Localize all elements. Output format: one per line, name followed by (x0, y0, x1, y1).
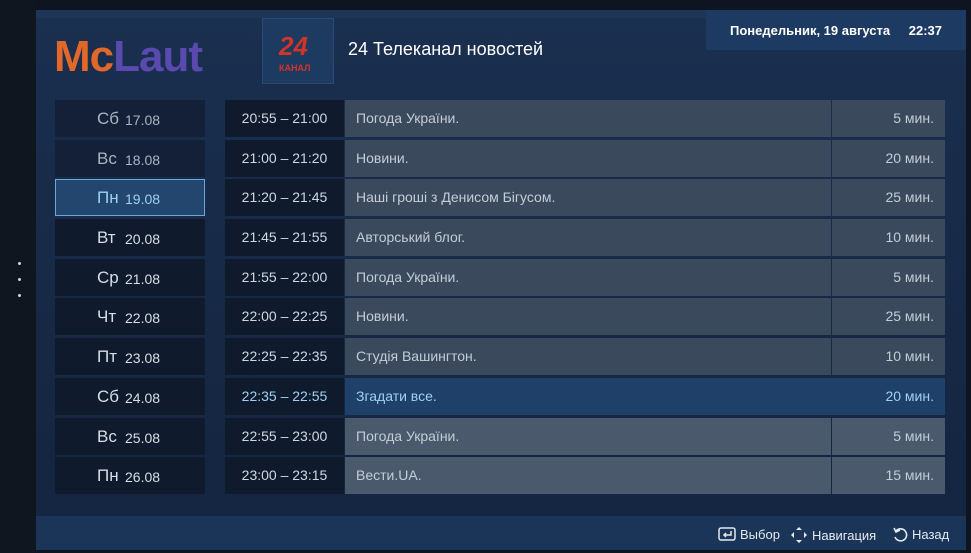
program-list: 20:55 – 21:00 Погода України. 5 мин. 21:00 … (225, 100, 945, 497)
program-time: 22:35 – 22:55 (225, 377, 344, 415)
program-row[interactable]: 22:00 – 22:25 Новини. 25 мин. (225, 298, 945, 336)
program-title: Авторський блог. (345, 219, 831, 257)
program-title: Погода України. (345, 417, 831, 455)
day-name: Вт (97, 228, 116, 248)
side-rail[interactable] (0, 0, 36, 553)
day-item[interactable]: Вт 20.08 (55, 219, 205, 257)
program-time: 21:45 – 21:55 (225, 219, 344, 257)
program-title: Новини. (345, 298, 831, 336)
day-name: Вс (97, 426, 117, 446)
navigate-hint-label: Навигация (812, 527, 877, 543)
back-hint[interactable]: Назад (892, 526, 949, 542)
day-date: 22.08 (125, 310, 161, 327)
day-date: 21.08 (125, 270, 161, 287)
program-row[interactable]: 21:00 – 21:20 Новини. 20 мин. (225, 139, 945, 177)
program-time: 21:20 – 21:45 (225, 179, 344, 217)
epg-screen: McLaut 24 КАНАЛ 24 Телеканал новостей По… (36, 10, 966, 550)
program-title: Новини. (345, 139, 831, 177)
program-title: Вести.UA. (345, 457, 831, 495)
dpad-icon (791, 527, 807, 543)
program-time: 22:55 – 23:00 (225, 417, 344, 455)
day-name: Ср (97, 267, 119, 287)
channel-logo: 24 КАНАЛ (262, 18, 334, 84)
program-duration: 15 мин. (832, 457, 945, 495)
select-hint-label: Выбор (740, 526, 780, 542)
program-duration: 20 мин. (832, 139, 945, 177)
current-date: Понедельник, 19 августа (730, 23, 891, 38)
day-item[interactable]: Пн 19.08 (55, 179, 205, 217)
program-duration: 5 мин. (832, 258, 945, 296)
day-name: Сб (97, 109, 120, 128)
program-title: Погода України. (345, 258, 831, 296)
logo-text-laut: Laut (113, 32, 203, 81)
back-arrow-icon (893, 527, 908, 542)
day-item[interactable]: Сб 24.08 (55, 377, 205, 415)
program-row[interactable]: 22:35 – 22:55 Згадати все. 20 мин. (225, 377, 945, 415)
program-row[interactable]: 23:00 – 23:15 Вести.UA. 15 мин. (225, 457, 945, 495)
more-dot-icon (18, 262, 21, 265)
program-row[interactable]: 22:25 – 22:35 Студія Вашингтон. 10 мин. (225, 338, 945, 376)
day-name: Пт (97, 347, 118, 367)
program-duration: 10 мин. (832, 338, 945, 376)
program-duration: 5 мин. (832, 417, 945, 455)
day-item[interactable]: Вс 18.08 (55, 139, 205, 177)
program-time: 20:55 – 21:00 (225, 100, 344, 137)
day-item[interactable]: Пт 23.08 (55, 338, 205, 376)
day-name: Пн (97, 466, 119, 486)
program-time: 23:00 – 23:15 (225, 457, 344, 495)
day-date: 24.08 (125, 389, 161, 406)
day-name: Вс (97, 148, 117, 168)
select-hint[interactable]: Выбор (718, 526, 780, 542)
datetime-box: Понедельник, 19 августа 22:37 (706, 10, 966, 50)
day-date: 19.08 (125, 191, 161, 208)
program-duration: 25 мин. (832, 298, 945, 336)
channel-logo-number: 24 (279, 31, 308, 61)
program-row[interactable]: 22:55 – 23:00 Погода України. 5 мин. (225, 417, 945, 455)
current-time: 22:37 (908, 23, 942, 38)
day-name: Сб (97, 386, 120, 406)
channel-logo-sub: КАНАЛ (279, 63, 311, 73)
program-title: Студія Вашингтон. (345, 338, 831, 376)
day-date: 26.08 (125, 469, 161, 486)
program-duration: 10 мин. (832, 219, 945, 257)
program-row[interactable]: 20:55 – 21:00 Погода України. 5 мин. (225, 100, 945, 137)
day-date: 18.08 (125, 151, 161, 168)
program-title: Погода України. (345, 100, 831, 137)
day-date: 25.08 (125, 429, 161, 446)
program-time: 22:25 – 22:35 (225, 338, 344, 376)
back-hint-label: Назад (912, 526, 950, 542)
day-item[interactable]: Сб 17.08 (55, 100, 205, 137)
program-time: 21:00 – 21:20 (225, 139, 344, 177)
more-dot-icon (18, 294, 21, 297)
program-duration: 25 мин. (832, 179, 945, 217)
day-date: 23.08 (125, 350, 161, 367)
day-item[interactable]: Вс 25.08 (55, 417, 205, 455)
day-name: Пн (97, 188, 119, 208)
program-time: 22:00 – 22:25 (225, 298, 344, 336)
program-duration: 20 мин. (832, 377, 945, 415)
channel-name: 24 Телеканал новостей (348, 39, 544, 59)
footer-hints: Выбор Навигация Назад (36, 516, 966, 550)
day-date: 17.08 (125, 112, 161, 128)
day-item[interactable]: Ср 21.08 (55, 258, 205, 296)
program-row[interactable]: 21:20 – 21:45 Наші гроші з Денисом Бігусо… (225, 179, 945, 217)
navigate-hint[interactable]: Навигация (790, 526, 876, 544)
day-date: 20.08 (125, 231, 161, 248)
more-dot-icon (18, 278, 21, 281)
day-item[interactable]: Чт 22.08 (55, 298, 205, 336)
program-row[interactable]: 21:45 – 21:55 Авторський блог. 10 мин. (225, 219, 945, 257)
program-duration: 5 мин. (832, 100, 945, 137)
day-name: Чт (97, 307, 117, 327)
enter-icon (718, 527, 736, 541)
program-row[interactable]: 21:55 – 22:00 Погода України. 5 мин. (225, 258, 945, 296)
mclaut-logo: McLaut (54, 32, 203, 82)
program-title: Наші гроші з Денисом Бігусом. (345, 179, 831, 217)
day-list: Сб 17.08 Вс 18.08 Пн 19.08 Вт 20.08 Ср 21.08 Чт 22.… (55, 100, 205, 497)
program-time: 21:55 – 22:00 (225, 258, 344, 296)
day-item[interactable]: Пн 26.08 (55, 457, 205, 495)
logo-text-mc: Mc (54, 32, 114, 81)
